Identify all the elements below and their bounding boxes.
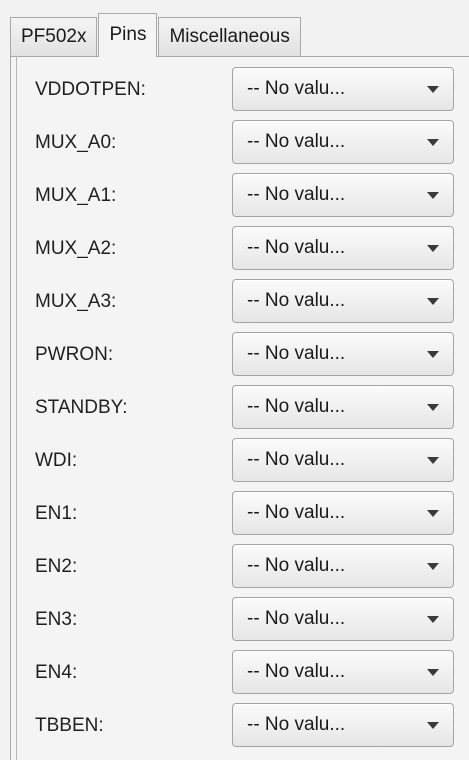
chevron-down-icon [427,722,439,729]
pin-label: MUX_A1: [35,185,117,206]
dropdown-value: -- No valu... [247,555,346,576]
chevron-down-icon [427,245,439,252]
pin-label: MUX_A2: [35,238,117,259]
chevron-down-icon [427,351,439,358]
chevron-down-icon [427,563,439,570]
dropdown-value: -- No valu... [247,714,346,735]
pin-row-vddotpen: VDDOTPEN: -- No valu... [11,67,469,113]
pin-label: STANDBY: [35,397,128,418]
pin-label: EN1: [35,503,78,524]
pin-row-mux-a0: MUX_A0: -- No valu... [11,120,469,166]
chevron-down-icon [427,457,439,464]
chevron-down-icon [427,139,439,146]
mux-a0-dropdown[interactable]: -- No valu... [232,120,454,164]
pin-row-mux-a3: MUX_A3: -- No valu... [11,279,469,325]
mux-a1-dropdown[interactable]: -- No valu... [232,173,454,217]
dropdown-value: -- No valu... [247,237,346,258]
chevron-down-icon [427,404,439,411]
chevron-down-icon [427,86,439,93]
pin-label: EN2: [35,556,78,577]
pin-row-en1: EN1: -- No valu... [11,491,469,537]
pin-label: EN3: [35,609,78,630]
pin-row-en4: EN4: -- No valu... [11,650,469,696]
chevron-down-icon [427,192,439,199]
wdi-dropdown[interactable]: -- No valu... [232,438,454,482]
tab-pins[interactable]: Pins [98,13,158,57]
pin-label: VDDOTPEN: [35,79,146,100]
standby-dropdown[interactable]: -- No valu... [232,385,454,429]
chevron-down-icon [427,616,439,623]
mux-a2-dropdown[interactable]: -- No valu... [232,226,454,270]
chevron-down-icon [427,510,439,517]
dropdown-value: -- No valu... [247,290,346,311]
dropdown-value: -- No valu... [247,78,346,99]
pin-row-mux-a1: MUX_A1: -- No valu... [11,173,469,219]
chevron-down-icon [427,298,439,305]
pin-row-tbben: TBBEN: -- No valu... [11,703,469,749]
mux-a3-dropdown[interactable]: -- No valu... [232,279,454,323]
pin-row-wdi: WDI: -- No valu... [11,438,469,484]
pwron-dropdown[interactable]: -- No valu... [232,332,454,376]
pin-label: PWRON: [35,344,114,365]
tab-miscellaneous[interactable]: Miscellaneous [158,17,301,57]
pin-row-en3: EN3: -- No valu... [11,597,469,643]
dropdown-value: -- No valu... [247,608,346,629]
dropdown-value: -- No valu... [247,343,346,364]
pins-panel: VDDOTPEN: -- No valu... MUX_A0: -- No va… [10,56,469,760]
pin-row-mux-a2: MUX_A2: -- No valu... [11,226,469,272]
tab-bar: PF502x Pins Miscellaneous [10,13,302,57]
dropdown-value: -- No valu... [247,396,346,417]
tbben-dropdown[interactable]: -- No valu... [232,703,454,747]
pin-label: EN4: [35,662,78,683]
dropdown-value: -- No valu... [247,502,346,523]
pin-row-en2: EN2: -- No valu... [11,544,469,590]
tab-pf502x[interactable]: PF502x [10,17,98,57]
en3-dropdown[interactable]: -- No valu... [232,597,454,641]
dropdown-value: -- No valu... [247,661,346,682]
dropdown-value: -- No valu... [247,184,346,205]
en1-dropdown[interactable]: -- No valu... [232,491,454,535]
pin-row-standby: STANDBY: -- No valu... [11,385,469,431]
pin-label: WDI: [35,450,78,471]
en2-dropdown[interactable]: -- No valu... [232,544,454,588]
pin-row-pwron: PWRON: -- No valu... [11,332,469,378]
pin-label: MUX_A0: [35,132,117,153]
pin-label: TBBEN: [35,715,104,736]
chevron-down-icon [427,669,439,676]
dropdown-value: -- No valu... [247,131,346,152]
pin-label: MUX_A3: [35,291,117,312]
dropdown-value: -- No valu... [247,449,346,470]
panel-divider [16,56,17,760]
vddotpen-dropdown[interactable]: -- No valu... [232,67,454,111]
en4-dropdown[interactable]: -- No valu... [232,650,454,694]
